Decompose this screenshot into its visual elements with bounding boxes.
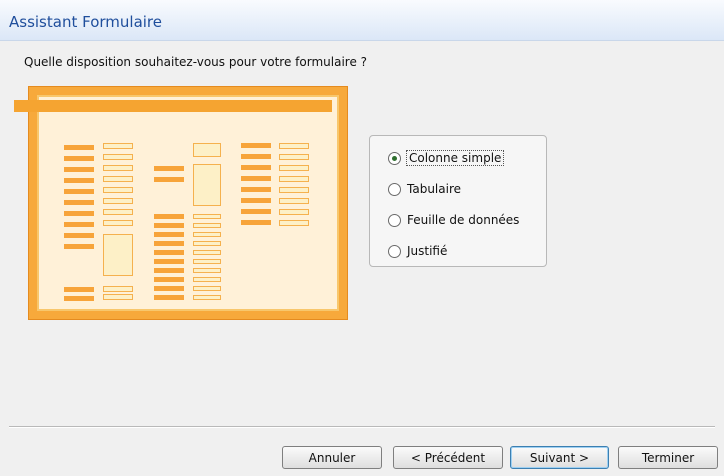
preview-label-bar <box>154 223 184 228</box>
preview-label-bar <box>154 295 184 300</box>
radio-selected-icon <box>388 151 401 165</box>
preview-label-bar <box>154 268 184 273</box>
preview-memo-box <box>193 164 221 206</box>
preview-label-bar <box>154 214 184 219</box>
preview-label-bar <box>241 154 271 159</box>
preview-field-box <box>193 143 221 157</box>
preview-label-bar <box>64 167 94 172</box>
preview-field-box <box>103 209 133 215</box>
preview-label-bar <box>241 220 271 225</box>
preview-label-bar <box>154 277 184 282</box>
preview-field-box <box>279 165 309 171</box>
layout-option-tabulaire[interactable]: Tabulaire <box>388 179 461 199</box>
preview-label-bar <box>154 259 184 264</box>
preview-field-box <box>103 143 133 149</box>
layout-option-colonne-simple[interactable]: Colonne simple <box>388 148 505 168</box>
preview-label-bar <box>154 166 184 171</box>
radio-icon <box>388 244 401 258</box>
layout-options-group: Colonne simple Tabulaire Feuille de donn… <box>369 135 547 267</box>
radio-icon <box>388 213 401 227</box>
preview-label-bar <box>154 250 184 255</box>
preview-label-bar <box>64 200 94 205</box>
preview-label-bar <box>64 189 94 194</box>
preview-label-bar <box>241 198 271 203</box>
preview-label-bar <box>241 187 271 192</box>
cancel-button[interactable]: Annuler <box>282 446 382 469</box>
preview-field-box <box>279 176 309 182</box>
preview-field-box <box>193 241 221 246</box>
next-button[interactable]: Suivant > <box>510 446 609 469</box>
preview-label-bar <box>241 143 271 148</box>
previous-button[interactable]: < Précédent <box>393 446 503 469</box>
preview-label-bar <box>64 244 94 249</box>
radio-dot-icon <box>392 155 397 161</box>
preview-field-box <box>279 154 309 160</box>
preview-field-box <box>193 223 221 228</box>
preview-label-bar <box>241 165 271 170</box>
preview-label-bar <box>64 156 94 161</box>
preview-label-bar <box>64 296 94 301</box>
layout-question: Quelle disposition souhaitez-vous pour v… <box>24 55 368 69</box>
preview-label-bar <box>241 176 271 181</box>
preview-label-bar <box>241 209 271 214</box>
preview-field-box <box>103 198 133 204</box>
title-bar: Assistant Formulaire <box>0 0 724 41</box>
preview-field-box <box>103 187 133 193</box>
preview-field-box <box>279 220 309 226</box>
preview-field-box <box>193 250 221 255</box>
preview-field-box <box>279 187 309 193</box>
form-wizard-window: Assistant Formulaire Quelle disposition … <box>0 0 724 476</box>
preview-label-bar <box>64 222 94 227</box>
layout-option-label: Tabulaire <box>407 182 461 196</box>
preview-field-box <box>103 165 133 171</box>
preview-label-bar <box>64 211 94 216</box>
preview-label-bar <box>64 233 94 238</box>
preview-label-bar <box>64 145 94 150</box>
preview-field-box <box>279 198 309 204</box>
layout-option-label: Feuille de données <box>407 213 520 227</box>
preview-field-box <box>279 209 309 215</box>
preview-label-bar <box>154 286 184 291</box>
preview-field-box <box>193 259 221 264</box>
layout-option-justifie[interactable]: Justifié <box>388 241 447 261</box>
layout-option-label: Justifié <box>407 244 448 258</box>
preview-field-box <box>103 154 133 160</box>
preview-field-box <box>193 232 221 237</box>
preview-label-bar <box>64 287 94 292</box>
preview-memo-box <box>103 234 133 276</box>
finish-button[interactable]: Terminer <box>618 446 718 469</box>
preview-label-bar <box>154 177 184 182</box>
preview-label-bar <box>154 232 184 237</box>
preview-label-bar <box>154 241 184 246</box>
preview-field-box <box>193 277 221 282</box>
preview-field-box <box>193 286 221 291</box>
preview-label-bar <box>64 178 94 183</box>
preview-field-box <box>103 294 133 300</box>
preview-field-box <box>103 176 133 182</box>
preview-header-bar <box>14 100 332 112</box>
preview-field-box <box>193 214 221 219</box>
window-title: Assistant Formulaire <box>9 13 162 31</box>
layout-option-feuille-de-donnees[interactable]: Feuille de données <box>388 210 519 230</box>
radio-icon <box>388 182 401 196</box>
footer-separator <box>9 426 715 428</box>
preview-field-box <box>279 143 309 149</box>
layout-option-label: Colonne simple <box>405 150 505 166</box>
preview-field-box <box>193 268 221 273</box>
preview-field-box <box>103 286 133 292</box>
preview-field-box <box>103 220 133 226</box>
preview-field-box <box>193 295 221 300</box>
